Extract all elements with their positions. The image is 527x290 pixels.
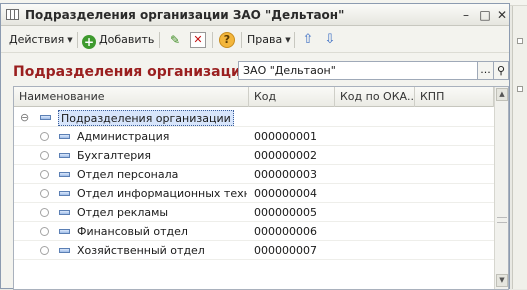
toolbar-separator <box>159 32 160 48</box>
rights-label: Права <box>247 33 283 46</box>
organization-field[interactable]: ЗАО "Дельтаон" <box>238 61 478 80</box>
group-icon <box>40 115 51 120</box>
tree-node-icon <box>40 246 49 255</box>
row-name: Отдел рекламы <box>77 206 169 219</box>
table-row[interactable]: Отдел рекламы 000000005 <box>14 203 494 222</box>
help-icon[interactable]: ? <box>219 32 235 48</box>
toolbar-separator <box>77 32 78 48</box>
scroll-down-icon[interactable]: ▼ <box>496 274 508 287</box>
move-down-icon[interactable]: ⇩ <box>322 32 338 48</box>
actions-menu-button[interactable]: Действия ▼ <box>9 31 73 49</box>
actions-label: Действия <box>9 33 65 46</box>
row-name: Администрация <box>77 130 170 143</box>
tree-node-icon <box>40 208 49 217</box>
element-icon <box>59 134 70 139</box>
element-icon <box>59 248 70 253</box>
add-icon: + <box>82 35 96 49</box>
scroll-up-icon[interactable]: ▲ <box>496 88 508 101</box>
window-title: Подразделения организации ЗАО "Дельтаон" <box>25 8 345 22</box>
element-icon <box>59 172 70 177</box>
row-code: 000000002 <box>254 149 317 162</box>
row-code: 000000006 <box>254 225 317 238</box>
subdivisions-window: Подразделения организации ЗАО "Дельтаон"… <box>0 3 510 290</box>
tree-node-icon <box>40 170 49 179</box>
minimize-button[interactable]: – <box>459 8 473 22</box>
tree-node-icon <box>40 151 49 160</box>
edit-icon[interactable]: ✎ <box>167 32 183 48</box>
element-icon <box>59 229 70 234</box>
form-heading: Подразделения организации <box>13 64 251 80</box>
close-button[interactable]: ✕ <box>495 8 509 22</box>
table-row[interactable]: Бухгалтерия 000000002 <box>14 146 494 165</box>
scroll-thumb[interactable] <box>497 217 507 223</box>
row-code: 000000004 <box>254 187 317 200</box>
toolbar-separator <box>241 32 242 48</box>
dropdown-arrow-icon: ▼ <box>67 36 73 44</box>
table-row[interactable]: Финансовый отдел 000000006 <box>14 222 494 241</box>
toolbar: Действия ▼ + Добавить ✎ ✕ ? Права ▼ ⇧ ⇩ <box>1 27 509 53</box>
search-icon[interactable]: ⚲ <box>494 61 509 80</box>
title-bar[interactable]: Подразделения организации ЗАО "Дельтаон"… <box>1 4 509 26</box>
table-row[interactable]: Отдел персонала 000000003 <box>14 165 494 184</box>
table-row[interactable]: Хозяйственный отдел 000000007 <box>14 241 494 260</box>
column-header-okato-code[interactable]: Код по ОКА... <box>335 87 415 107</box>
subdivisions-table: Наименование Код Код по ОКА... КПП ⊖ Под… <box>13 86 509 290</box>
maximize-button[interactable]: □ <box>478 8 492 22</box>
background-checkbox <box>517 38 523 44</box>
toolbar-separator <box>212 32 213 48</box>
table-row[interactable]: Администрация 000000001 <box>14 127 494 146</box>
row-name: Отдел информационных техно... <box>77 187 247 200</box>
add-button[interactable]: + Добавить <box>82 31 154 49</box>
column-header-name[interactable]: Наименование <box>14 87 249 107</box>
row-name: Хозяйственный отдел <box>77 244 205 257</box>
add-label: Добавить <box>99 33 155 46</box>
row-name: Отдел персонала <box>77 168 179 181</box>
row-name: Бухгалтерия <box>77 149 152 162</box>
delete-icon[interactable]: ✕ <box>190 32 206 48</box>
row-name: Финансовый отдел <box>77 225 188 238</box>
row-code: 000000007 <box>254 244 317 257</box>
organization-selector-row: Подразделения организации ЗАО "Дельтаон"… <box>1 54 509 88</box>
toolbar-separator <box>294 32 295 48</box>
element-icon <box>59 191 70 196</box>
table-row-root[interactable]: ⊖ Подразделения организации <box>14 108 494 127</box>
dropdown-arrow-icon: ▼ <box>285 36 291 44</box>
row-code: 000000003 <box>254 168 317 181</box>
table-header: Наименование Код Код по ОКА... КПП <box>14 87 494 107</box>
tree-node-icon <box>40 227 49 236</box>
choose-organization-button[interactable]: ... <box>478 61 494 80</box>
root-group-name: Подразделения организации <box>58 110 234 126</box>
tree-node-icon <box>40 132 49 141</box>
element-icon <box>59 210 70 215</box>
row-code: 000000001 <box>254 130 317 143</box>
background-window-edge <box>512 6 527 289</box>
collapse-icon[interactable]: ⊖ <box>20 108 29 127</box>
row-code: 000000005 <box>254 206 317 219</box>
background-checkbox <box>517 86 523 92</box>
table-row[interactable]: Отдел информационных техно... 000000004 <box>14 184 494 203</box>
rights-menu-button[interactable]: Права ▼ <box>247 31 291 49</box>
vertical-scrollbar[interactable]: ▲ ▼ <box>494 87 508 289</box>
window-icon <box>6 9 19 20</box>
column-header-kpp[interactable]: КПП <box>415 87 494 107</box>
move-up-icon[interactable]: ⇧ <box>300 32 316 48</box>
tree-node-icon <box>40 189 49 198</box>
column-header-code[interactable]: Код <box>249 87 335 107</box>
element-icon <box>59 153 70 158</box>
